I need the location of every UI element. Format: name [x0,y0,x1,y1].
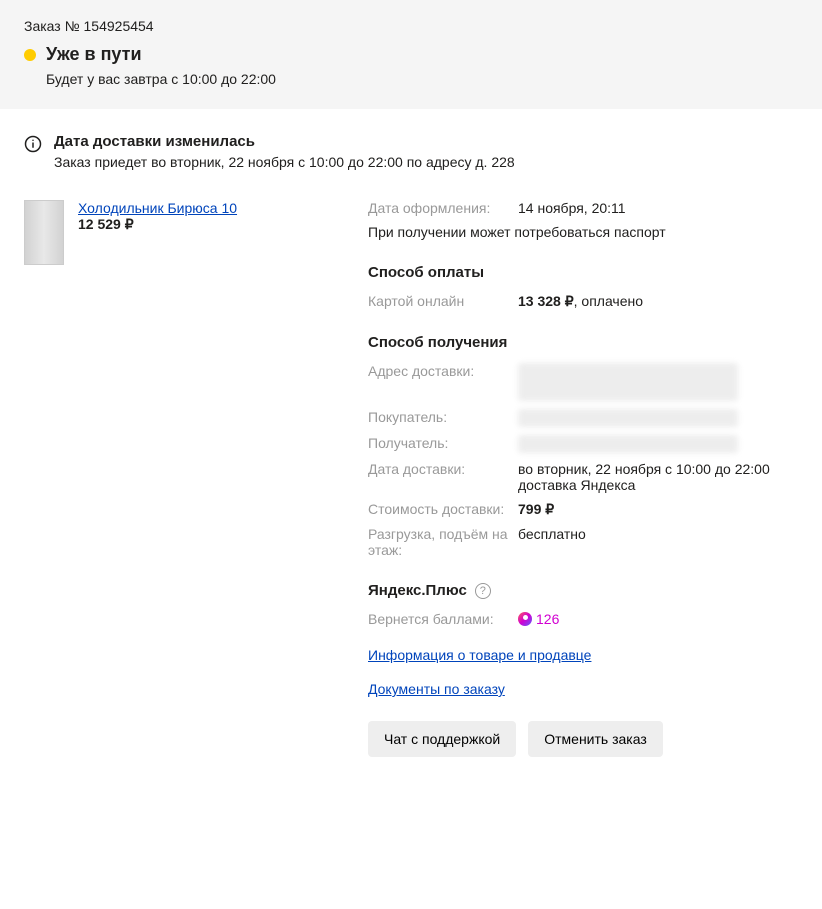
order-header: Заказ № 154925454 Уже в пути Будет у вас… [0,0,822,109]
help-icon[interactable]: ? [475,583,491,599]
shipping-cost-value: 799 ₽ [518,501,798,518]
order-status: Уже в пути [46,44,142,65]
redacted-recipient [518,435,738,453]
address-value [518,363,798,401]
delivery-change-notice: Дата доставки изменилась Заказ приедет в… [24,133,798,170]
shipping-cost-label: Стоимость доставки: [368,501,518,518]
receipt-section-title: Способ получения [368,334,798,351]
status-dot-icon [24,49,36,61]
cashback-value: 126 [518,611,798,629]
buyer-value [518,409,798,427]
address-label: Адрес доставки: [368,363,518,401]
product-name-link[interactable]: Холодильник Бирюса 10 [78,200,237,216]
passport-note: При получении может потребоваться паспор… [368,224,798,240]
product-price: 12 529 ₽ [78,216,237,233]
buyer-label: Покупатель: [368,409,518,427]
unloading-label: Разгрузка, подъём на этаж: [368,526,518,558]
order-number: Заказ № 154925454 [24,18,798,34]
info-icon [24,135,42,153]
support-chat-button[interactable]: Чат с поддержкой [368,721,516,757]
order-details: Дата оформления: 14 ноября, 20:11 При по… [368,200,798,757]
payment-method-label: Картой онлайн [368,293,518,310]
redacted-address [518,363,738,401]
delivery-date-label: Дата доставки: [368,461,518,493]
plus-section-title: Яндекс.Плюс [368,582,467,599]
order-documents-link[interactable]: Документы по заказу [368,681,798,697]
plus-points-icon [518,612,532,626]
cashback-label: Вернется баллами: [368,611,518,629]
cancel-order-button[interactable]: Отменить заказ [528,721,663,757]
recipient-value [518,435,798,453]
notice-title: Дата доставки изменилась [54,133,515,150]
unloading-value: бесплатно [518,526,798,558]
product-image[interactable] [24,200,64,265]
order-date-label: Дата оформления: [368,200,518,216]
delivery-date-value: во вторник, 22 ноября с 10:00 до 22:00 д… [518,461,798,493]
notice-text: Заказ приедет во вторник, 22 ноября с 10… [54,154,515,170]
points-badge: 126 [518,611,559,627]
product-seller-info-link[interactable]: Информация о товаре и продавце [368,647,798,663]
payment-amount: 13 328 ₽ [518,293,574,309]
order-date-value: 14 ноября, 20:11 [518,200,798,216]
payment-status: , оплачено [574,293,643,309]
redacted-buyer [518,409,738,427]
product-block: Холодильник Бирюса 10 12 529 ₽ [24,200,344,757]
recipient-label: Получатель: [368,435,518,453]
payment-section-title: Способ оплаты [368,264,798,281]
cashback-amount: 126 [536,611,559,627]
delivery-hint: Будет у вас завтра с 10:00 до 22:00 [46,71,798,87]
status-row: Уже в пути [24,44,798,65]
payment-value: 13 328 ₽, оплачено [518,293,798,310]
